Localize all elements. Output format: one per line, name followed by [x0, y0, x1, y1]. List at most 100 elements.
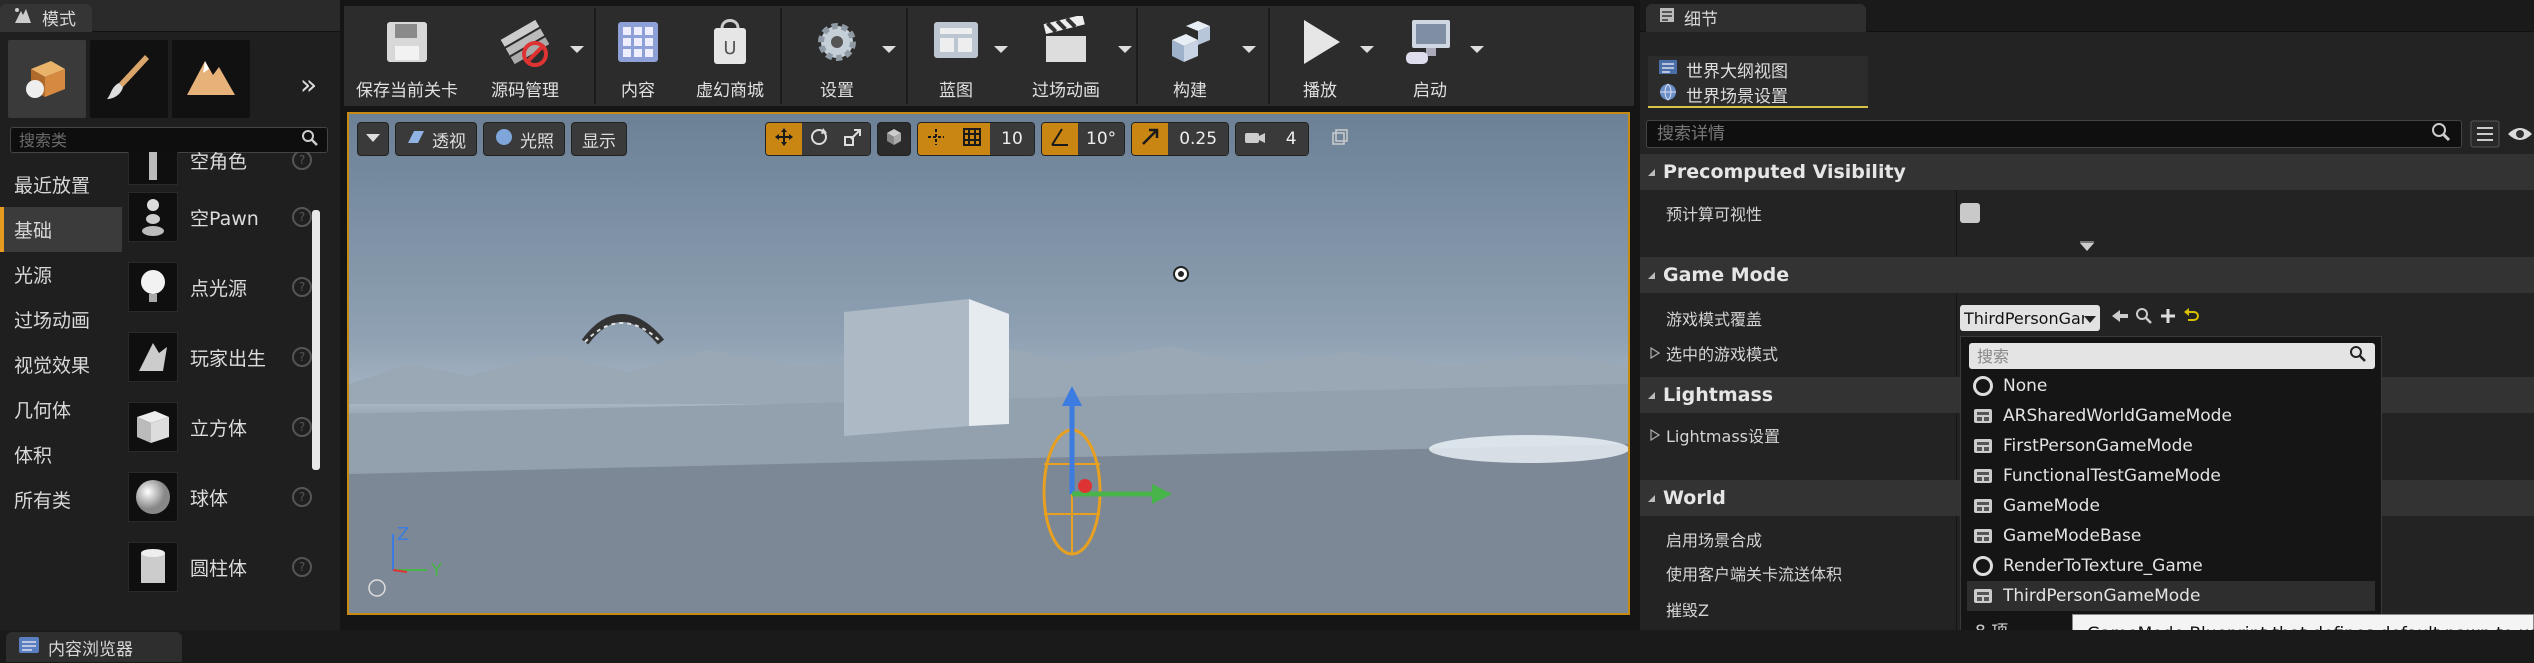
placeable-list-scrollbar[interactable]	[312, 210, 320, 470]
dropdown-option[interactable]: FunctionalTestGameMode	[1967, 461, 2375, 491]
dropdown-option[interactable]: ARSharedWorldGameMode	[1967, 401, 2375, 431]
place-mode-button[interactable]	[8, 40, 86, 118]
build-button[interactable]: 构建	[1138, 6, 1242, 106]
perspective-button[interactable]: 透视	[395, 122, 477, 156]
help-icon[interactable]: ?	[292, 277, 312, 297]
category-visual-effects[interactable]: 视觉效果	[0, 342, 122, 387]
gizmo-x-axis[interactable]	[1078, 479, 1092, 493]
help-icon[interactable]: ?	[292, 347, 312, 367]
viewport-options-button[interactable]	[357, 122, 389, 156]
chevron-down-icon[interactable]	[1360, 46, 1374, 53]
dropdown-option[interactable]: GameModeBase	[1967, 521, 2375, 551]
category-geometry[interactable]: 几何体	[0, 387, 122, 432]
browse-search-icon[interactable]	[2134, 306, 2154, 330]
lit-sphere-icon	[494, 127, 514, 152]
dropdown-option[interactable]: GameMode	[1967, 491, 2375, 521]
dropdown-option[interactable]: FirstPersonGameMode	[1967, 431, 2375, 461]
expand-advanced-arrow-icon[interactable]	[2078, 238, 2096, 257]
grid-snap-toggle[interactable]	[954, 123, 990, 155]
surface-snap-icon	[926, 127, 946, 152]
camera-speed-value[interactable]: 4	[1274, 123, 1309, 155]
rotation-snap-value[interactable]: 10°	[1078, 123, 1125, 155]
add-plus-icon[interactable]	[2158, 306, 2178, 330]
eye-icon[interactable]	[2506, 124, 2534, 148]
view-options-list-icon[interactable]	[2470, 120, 2500, 152]
gamemode-override-combo[interactable]: ThirdPersonGameMode	[1960, 305, 2100, 331]
help-icon[interactable]: ?	[292, 152, 312, 170]
category-recent[interactable]: 最近放置	[0, 162, 122, 207]
help-icon[interactable]: ?	[292, 557, 312, 577]
grid-snap-value[interactable]: 10	[990, 123, 1034, 155]
landscape-mode-button[interactable]	[172, 40, 250, 118]
show-button[interactable]: 显示	[571, 122, 627, 156]
details-tab-header: 细节	[1640, 0, 2534, 32]
chevron-down-icon[interactable]	[1470, 46, 1484, 53]
list-item[interactable]: 空角色 ?	[128, 152, 318, 185]
world-settings-tab[interactable]: 世界场景设置	[1648, 82, 1868, 108]
details-search-input[interactable]	[1657, 124, 2431, 144]
maximize-viewport-icon[interactable]	[1331, 128, 1349, 150]
scale-snap-toggle[interactable]	[1132, 123, 1169, 155]
dropdown-option[interactable]: RenderToTexture_Game	[1967, 551, 2375, 581]
marketplace-button[interactable]: U 虚幻商城	[680, 6, 780, 106]
section-game-mode[interactable]: Game Mode	[1640, 257, 2534, 293]
surface-snap-button[interactable]	[918, 123, 954, 155]
chevron-down-icon[interactable]	[882, 46, 896, 53]
content-browser-tab[interactable]: 内容浏览器	[6, 632, 182, 662]
gear-icon	[811, 14, 863, 70]
modes-tab[interactable]: 模式	[0, 3, 92, 32]
category-cinematic[interactable]: 过场动画	[0, 297, 122, 342]
lit-button[interactable]: 光照	[483, 122, 565, 156]
help-icon[interactable]: ?	[292, 207, 312, 227]
category-volumes[interactable]: 体积	[0, 432, 122, 477]
level-viewport[interactable]: Z Y 透视 光照 显示 10 10° 0.25 4	[347, 112, 1630, 615]
category-all-classes[interactable]: 所有类	[0, 477, 122, 522]
empty-pawn-thumb-icon	[128, 192, 178, 242]
help-icon[interactable]: ?	[292, 487, 312, 507]
launch-button[interactable]: 启动	[1380, 6, 1484, 106]
list-item[interactable]: 空Pawn ?	[128, 182, 318, 252]
details-tab[interactable]: 细节	[1646, 3, 1866, 32]
cinematics-button[interactable]: 过场动画	[1004, 6, 1132, 106]
category-lights[interactable]: 光源	[0, 252, 122, 297]
paint-mode-button[interactable]	[90, 40, 168, 118]
world-local-toggle[interactable]	[877, 122, 911, 156]
source-control-button[interactable]: 源码管理	[470, 6, 584, 106]
use-selected-arrow-icon[interactable]	[2110, 308, 2130, 328]
list-item[interactable]: 立方体 ?	[128, 392, 318, 462]
blueprints-button[interactable]: 蓝图	[908, 6, 1008, 106]
dropdown-option[interactable]: None	[1967, 371, 2375, 401]
reset-to-default-icon[interactable]	[2182, 306, 2200, 328]
section-precomputed-visibility[interactable]: Precomputed Visibility	[1640, 154, 2534, 190]
scale-snap-value[interactable]: 0.25	[1168, 123, 1229, 155]
more-modes-button[interactable]: »	[300, 68, 317, 101]
player-start-thumb-icon	[128, 332, 178, 382]
scale-mode-button[interactable]	[836, 123, 870, 155]
modes-tab-header: 模式	[0, 0, 340, 32]
list-item[interactable]: 圆柱体 ?	[128, 532, 318, 602]
precompute-visibility-checkbox[interactable]	[1960, 203, 1980, 223]
chevron-down-icon[interactable]	[570, 46, 584, 53]
class-search-input[interactable]	[19, 130, 301, 150]
list-item[interactable]: 玩家出生 ?	[128, 322, 318, 392]
settings-button[interactable]: 设置	[782, 6, 896, 106]
rotate-mode-button[interactable]	[802, 123, 836, 155]
sky-light-icon[interactable]	[581, 314, 665, 345]
translate-mode-button[interactable]	[766, 123, 802, 155]
play-button[interactable]: 播放	[1270, 6, 1374, 106]
world-outliner-tab[interactable]: 世界大纲视图	[1648, 56, 1868, 82]
rotation-snap-toggle[interactable]	[1042, 123, 1078, 155]
chevron-down-icon[interactable]	[1118, 46, 1132, 53]
dropdown-option-selected[interactable]: ThirdPersonGameMode	[1967, 581, 2375, 611]
help-icon[interactable]: ?	[292, 417, 312, 437]
dropdown-search-input[interactable]	[1977, 346, 2349, 366]
list-item[interactable]: 点光源 ?	[128, 252, 318, 322]
list-item[interactable]: 球体 ?	[128, 462, 318, 532]
outliner-icon	[1658, 59, 1678, 80]
save-current-level-button[interactable]: 保存当前关卡	[344, 6, 470, 106]
content-browser-icon	[18, 636, 40, 659]
camera-speed-button[interactable]	[1236, 123, 1275, 155]
chevron-down-icon[interactable]	[1242, 46, 1256, 53]
category-basic[interactable]: 基础	[0, 207, 122, 252]
content-button[interactable]: 内容	[596, 6, 680, 106]
